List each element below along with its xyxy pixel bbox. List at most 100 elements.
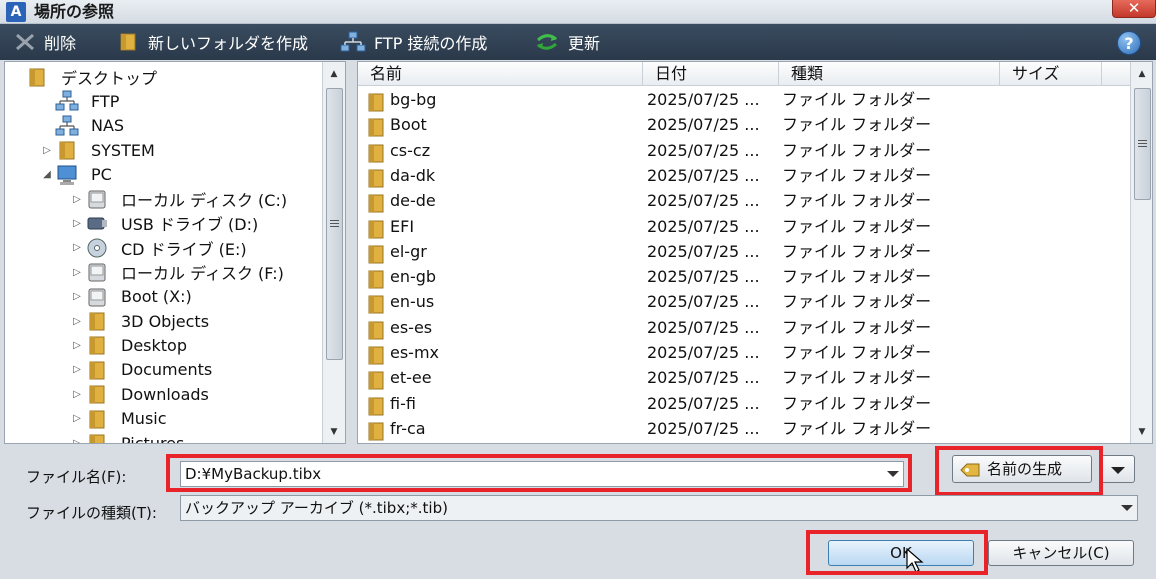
tree-item[interactable]: ▷ Music [69,407,167,431]
scroll-up-arrow-icon[interactable]: ▲ [323,64,345,84]
disk-icon [88,263,106,282]
tree-item-label: Desktop [121,335,187,355]
cell-date: 2025/07/25 ... [647,115,760,135]
column-size[interactable]: サイズ [1000,62,1102,86]
refresh-button[interactable]: 更新 [534,24,600,60]
folder-icon [89,410,105,429]
expand-arrow-icon[interactable]: ▷ [69,267,85,278]
expand-arrow-icon[interactable]: ▷ [69,389,85,400]
delete-button[interactable]: 削除 [14,24,76,60]
folder-icon [368,169,384,188]
column-date[interactable]: 日付 [643,62,779,86]
cell-type: ファイル フォルダー [782,418,932,438]
folder-icon [89,361,105,380]
folder-tree[interactable]: デスクトップ FTP NAS ▷ SYSTEM ◢ PC ▷ ローカル ディスク (C:) ▷ US… [4,61,346,444]
folder-icon [89,312,105,331]
expand-arrow-icon[interactable]: ▷ [69,340,85,351]
cell-name: en-us [390,292,435,312]
list-header: 名前 日付 種類 サイズ [358,62,1130,86]
expand-arrow-icon[interactable]: ▷ [69,218,85,229]
list-item[interactable]: es-mx 2025/07/25 ... ファイル フォルダー [358,340,1130,365]
new-folder-button[interactable]: 新しいフォルダを作成 [118,24,308,60]
list-item[interactable]: da-dk 2025/07/25 ... ファイル フォルダー [358,163,1130,188]
ftp-connection-button[interactable]: FTP 接続の作成 [340,24,487,60]
tree-item[interactable]: ▷ ローカル ディスク (C:) [69,187,287,211]
cell-date: 2025/07/25 ... [647,343,760,362]
list-item[interactable]: cs-cz 2025/07/25 ... ファイル フォルダー [358,138,1130,163]
expand-arrow-icon[interactable]: ▷ [69,316,85,327]
expand-arrow-icon[interactable]: ▷ [69,438,85,444]
chevron-down-icon[interactable] [1121,505,1133,511]
tree-item[interactable]: ▷ CD ドライブ (E:) [69,236,247,260]
tree-item-label: Downloads [121,384,209,404]
ftp-connection-label: FTP 接続の作成 [374,34,488,53]
tree-item[interactable]: ▷ Downloads [69,382,209,406]
expand-arrow-icon[interactable]: ◢ [39,169,55,180]
list-item[interactable]: es-es 2025/07/25 ... ファイル フォルダー [358,315,1130,340]
list-item[interactable]: et-ee 2025/07/25 ... ファイル フォルダー [358,365,1130,390]
folder-icon [85,408,109,430]
help-button[interactable]: ? [1117,31,1141,55]
list-item[interactable]: fi-fi 2025/07/25 ... ファイル フォルダー [358,391,1130,416]
expand-arrow-icon[interactable]: ▷ [39,145,55,156]
folder-icon [368,194,384,213]
expand-arrow-icon[interactable]: ▷ [69,194,85,205]
tree-item[interactable]: ▷ Documents [69,358,212,382]
generate-options-button[interactable] [1099,455,1135,483]
disk-icon [85,188,109,210]
folder-icon [368,93,384,112]
usb-icon [85,212,109,234]
cell-type: ファイル フォルダー [782,90,932,109]
close-button[interactable]: ✕ [1112,0,1156,18]
computer-icon [57,165,77,185]
list-item[interactable]: de-de 2025/07/25 ... ファイル フォルダー [358,188,1130,213]
filetype-select[interactable]: バックアップ アーカイブ (*.tibx;*.tib) [180,495,1138,521]
expand-arrow-icon[interactable]: ▷ [69,364,85,375]
tree-item[interactable]: ▷ SYSTEM [39,138,155,162]
expand-arrow-icon[interactable]: ▷ [69,242,85,253]
tree-item[interactable]: ▷ 3D Objects [69,309,209,333]
tree-item[interactable]: ▷ ローカル ディスク (F:) [69,260,284,284]
cell-date: 2025/07/25 ... [647,317,760,337]
cell-name: EFI [390,216,415,236]
list-item[interactable]: en-gb 2025/07/25 ... ファイル フォルダー [358,264,1130,289]
scroll-thumb[interactable] [326,88,343,360]
list-item[interactable]: EFI 2025/07/25 ... ファイル フォルダー [358,214,1130,239]
list-item[interactable]: Boot 2025/07/25 ... ファイル フォルダー [358,112,1130,137]
tree-item[interactable]: ▷ Desktop [69,333,187,357]
scroll-up-arrow-icon[interactable]: ▲ [1131,64,1152,84]
tree-scrollbar[interactable]: ▲ ▼ [322,62,345,443]
column-type[interactable]: 種類 [779,62,1000,86]
list-item[interactable]: fr-ca 2025/07/25 ... ファイル フォルダー [358,416,1130,441]
folder-icon [85,334,109,356]
cancel-button[interactable]: キャンセル(C) [988,540,1134,566]
cd-icon [85,237,109,259]
scroll-thumb[interactable] [1134,88,1151,200]
scroll-down-arrow-icon[interactable]: ▼ [1131,422,1152,442]
tree-item[interactable]: デスクトップ [9,65,157,89]
cell-name: fi-fi [390,393,416,413]
tree-item[interactable]: NAS [39,114,124,138]
cell-type: ファイル フォルダー [782,292,932,312]
folder-icon [368,346,384,365]
tree-item[interactable]: FTP [39,89,119,113]
folder-icon [368,371,384,390]
cell-type: ファイル フォルダー [782,140,932,160]
column-name[interactable]: 名前 [358,62,643,86]
cell-type: ファイル フォルダー [782,216,932,236]
tree-item[interactable]: ▷ USB ドライブ (D:) [69,211,258,235]
list-scrollbar[interactable]: ▲ ▼ [1130,62,1152,443]
list-item[interactable]: en-us 2025/07/25 ... ファイル フォルダー [358,289,1130,314]
expand-arrow-icon[interactable]: ▷ [69,413,85,424]
expand-arrow-icon[interactable]: ▷ [69,291,85,302]
scroll-down-arrow-icon[interactable]: ▼ [323,422,345,442]
network-icon [55,90,79,112]
file-list[interactable]: 名前 日付 種類 サイズ bg-bg 2025/07/25 ... ファイル フォル… [357,61,1153,444]
tree-item[interactable]: ◢ PC [39,163,112,187]
folder-icon [368,118,384,137]
tree-item[interactable]: ▷ Pictures [69,431,184,444]
tree-item[interactable]: ▷ Boot (X:) [69,285,192,309]
list-item[interactable]: el-gr 2025/07/25 ... ファイル フォルダー [358,239,1130,264]
list-item[interactable]: bg-bg 2025/07/25 ... ファイル フォルダー [358,87,1130,112]
folder-icon [89,336,105,355]
